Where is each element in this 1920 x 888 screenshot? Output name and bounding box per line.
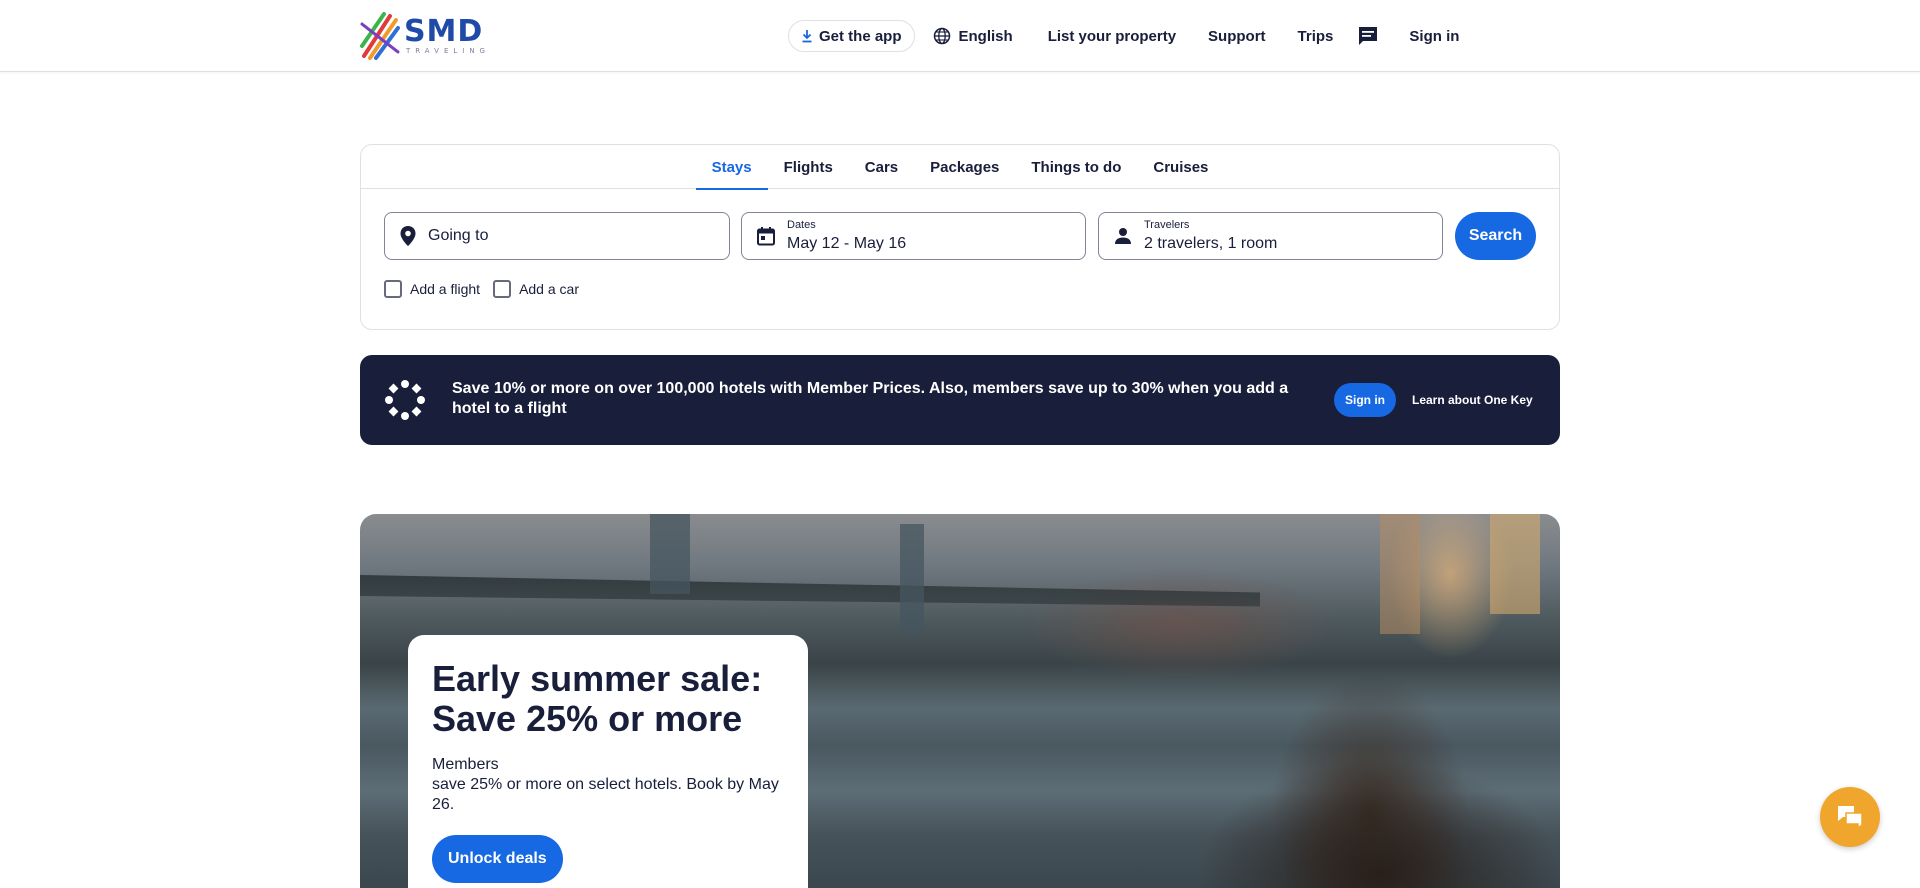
hero-desc-line2: save 25% or more on select hotels. Book … xyxy=(432,776,779,813)
get-app-label: Get the app xyxy=(819,27,902,45)
tab-cars[interactable]: Cars xyxy=(849,145,914,189)
unlock-deals-button[interactable]: Unlock deals xyxy=(432,835,563,883)
add-car-label: Add a car xyxy=(519,281,579,297)
tab-flights[interactable]: Flights xyxy=(768,145,849,189)
going-to-placeholder: Going to xyxy=(428,227,489,244)
hero-title: Early summer sale: Save 25% or more xyxy=(432,658,763,739)
going-to-field[interactable]: Going to xyxy=(384,212,730,260)
support-link[interactable]: Support xyxy=(1208,20,1266,52)
tab-stays[interactable]: Stays xyxy=(695,145,768,190)
brand-name: SMD xyxy=(403,14,484,49)
chat-support-button[interactable] xyxy=(1820,787,1880,847)
one-key-icon xyxy=(385,380,425,420)
search-addons: Add a flight Add a car xyxy=(384,280,592,298)
travelers-field[interactable]: Travelers 2 travelers, 1 room xyxy=(1098,212,1443,260)
trips-link[interactable]: Trips xyxy=(1298,20,1334,52)
hero-background-tower xyxy=(650,514,690,594)
chat-icon xyxy=(1359,27,1378,45)
location-pin-icon xyxy=(400,226,416,246)
hero-background-bridge xyxy=(360,575,1260,607)
get-app-button[interactable]: Get the app xyxy=(788,20,915,52)
add-flight-box[interactable] xyxy=(384,280,402,298)
add-flight-checkbox[interactable]: Add a flight xyxy=(384,280,480,298)
sign-in-link[interactable]: Sign in xyxy=(1409,20,1459,52)
top-header: SMD TRAVELING Get the app English List y… xyxy=(0,0,1920,72)
learn-one-key-link[interactable]: Learn about One Key xyxy=(1412,383,1533,417)
hero-banner: Early summer sale: Save 25% or more Memb… xyxy=(360,514,1560,888)
brand-tagline: TRAVELING xyxy=(405,47,490,55)
banner-sign-in-button[interactable]: Sign in xyxy=(1334,383,1396,417)
dates-label: Dates xyxy=(787,218,816,231)
hero-description: Members save 25% or more on select hotel… xyxy=(432,755,784,815)
search-button[interactable]: Search xyxy=(1455,212,1536,260)
tab-things-to-do[interactable]: Things to do xyxy=(1015,145,1137,189)
hero-background-tower xyxy=(900,524,924,634)
top-nav: Get the app English List your property S… xyxy=(788,19,1459,53)
search-tabs: Stays Flights Cars Packages Things to do… xyxy=(361,145,1559,190)
brand-logo[interactable]: SMD TRAVELING xyxy=(360,12,490,60)
hero-background-tower xyxy=(1490,514,1540,614)
person-icon xyxy=(1115,228,1131,244)
hero-background-tower xyxy=(1380,514,1420,634)
download-icon xyxy=(802,30,812,43)
add-car-checkbox[interactable]: Add a car xyxy=(493,280,579,298)
banner-message: Save 10% or more on over 100,000 hotels … xyxy=(452,380,1289,417)
chat-bubbles-icon xyxy=(1838,806,1863,830)
add-car-box[interactable] xyxy=(493,280,512,298)
add-flight-label: Add a flight xyxy=(410,281,481,297)
messages-button[interactable] xyxy=(1357,20,1379,52)
travelers-value: 2 travelers, 1 room xyxy=(1144,234,1278,252)
list-property-link[interactable]: List your property xyxy=(1048,20,1176,52)
logo-mark-icon xyxy=(360,12,400,60)
tab-packages[interactable]: Packages xyxy=(914,145,1015,189)
hero-promo-card: Early summer sale: Save 25% or more Memb… xyxy=(408,635,808,888)
calendar-icon xyxy=(757,227,775,246)
globe-icon xyxy=(933,27,950,45)
language-label: English xyxy=(958,27,1013,45)
hero-desc-line1: Members xyxy=(432,756,499,773)
search-card: Stays Flights Cars Packages Things to do… xyxy=(360,144,1560,330)
tab-cruises[interactable]: Cruises xyxy=(1137,145,1224,189)
dates-field[interactable]: Dates May 12 - May 16 xyxy=(741,212,1086,260)
travelers-label: Travelers xyxy=(1144,218,1190,231)
language-selector[interactable]: English xyxy=(933,20,1013,52)
dates-value: May 12 - May 16 xyxy=(787,234,907,252)
member-banner: Save 10% or more on over 100,000 hotels … xyxy=(360,355,1560,445)
